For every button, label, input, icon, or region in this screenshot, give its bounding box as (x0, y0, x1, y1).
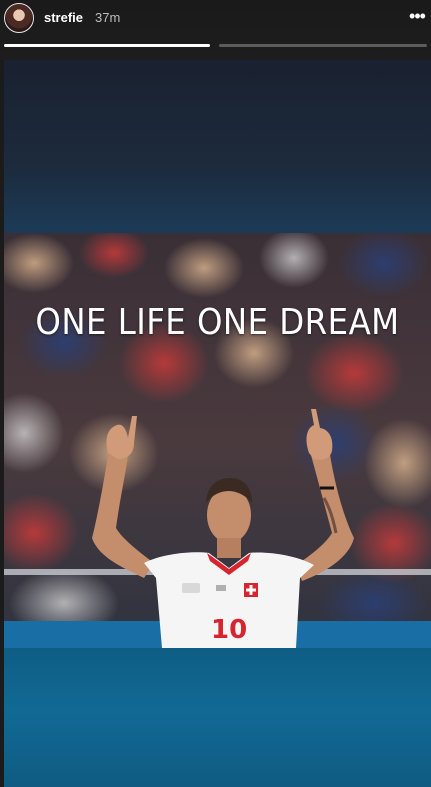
progress-fill (4, 44, 210, 47)
more-options-icon[interactable]: ••• (407, 2, 427, 32)
avatar[interactable] (4, 3, 34, 33)
story-content[interactable]: ONE LIFE ONE DREAM 10 (4, 60, 431, 787)
timestamp: 37m (95, 10, 121, 25)
story-photo: ONE LIFE ONE DREAM 10 (4, 233, 431, 648)
progress-segment-1 (4, 44, 210, 47)
username[interactable]: strefie (44, 10, 83, 25)
story-header: strefie 37m ••• (0, 0, 431, 60)
bottom-background (4, 648, 431, 787)
jersey-number: 10 (211, 615, 248, 645)
progress-segment-2 (219, 44, 427, 47)
story-overlay-text: ONE LIFE ONE DREAM (35, 302, 400, 343)
story-viewer: strefie 37m ••• ONE LIFE ONE DREAM 10 (0, 0, 431, 787)
player-photo-illustration (4, 233, 431, 648)
